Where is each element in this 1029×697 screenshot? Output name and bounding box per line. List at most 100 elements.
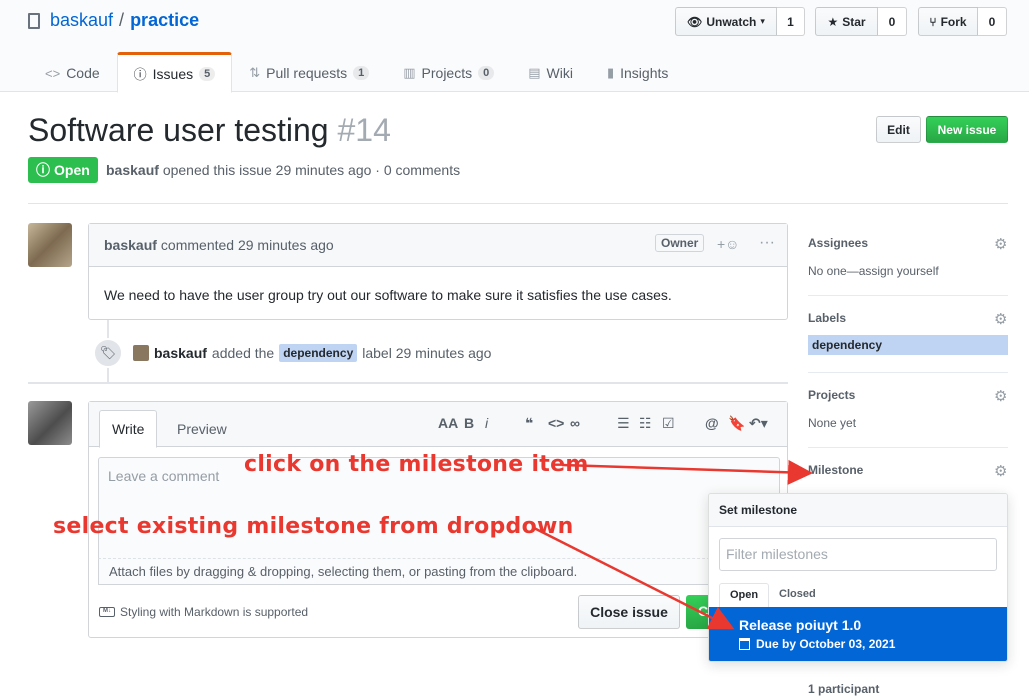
gear-icon[interactable]: ⚙ <box>994 464 1008 479</box>
fork-count[interactable]: 0 <box>978 7 1007 36</box>
assignees-value[interactable]: No one—assign yourself <box>808 264 1008 278</box>
sidebar-milestone: Milestone ⚙ <box>808 463 1008 493</box>
tab-issues-count: 5 <box>199 66 216 81</box>
projects-value[interactable]: None yet <box>808 416 1008 430</box>
tab-issues-label: Issues <box>152 65 194 82</box>
repo-name-link[interactable]: practice <box>130 10 199 31</box>
star-icon: ★ <box>827 14 839 29</box>
tab-pull-requests-label: Pull requests <box>266 65 348 81</box>
bookmark-icon[interactable]: 🔖 <box>728 415 745 432</box>
milestone-option[interactable]: Release poiuyt 1.0 Due by October 03, 20… <box>709 607 1007 661</box>
code-icon: <> <box>45 65 61 81</box>
sidebar-labels: Labels ⚙ dependency <box>808 311 1008 373</box>
tab-insights[interactable]: ▮ Insights <box>590 52 685 92</box>
tab-pull-requests-count: 1 <box>353 66 370 80</box>
tab-issues[interactable]: ⓘ Issues 5 <box>116 52 233 93</box>
unwatch-button[interactable]: 👁 Unwatch ▾ <box>675 7 777 36</box>
new-issue-button[interactable]: New issue <box>926 116 1008 143</box>
status-badge-label: Open <box>54 162 90 178</box>
projects-heading[interactable]: Projects <box>808 388 1008 402</box>
task-list-icon[interactable]: ☑ <box>662 415 675 432</box>
fork-button[interactable]: ⑂ Fork <box>918 7 978 36</box>
issue-comment: baskauf commented 29 minutes ago Owner +… <box>88 223 788 320</box>
gear-icon[interactable]: ⚙ <box>994 389 1008 404</box>
add-reaction-icon[interactable]: +☺ <box>717 236 739 252</box>
project-icon: ▥ <box>403 65 416 80</box>
repo-header: baskauf / practice 👁 Unwatch ▾ 1 ★ Star … <box>0 0 1029 93</box>
event-text-before: added the <box>211 345 275 361</box>
bullet-list-icon[interactable]: ☰ <box>617 415 630 432</box>
repo-tabs: <> Code ⓘ Issues 5 ⇅ Pull requests 1 ▥ P… <box>28 52 685 93</box>
dependency-label[interactable]: dependency <box>279 344 358 362</box>
issue-title: Software user testing #14 <box>28 112 391 149</box>
milestone-tab-closed[interactable]: Closed <box>769 583 826 607</box>
filter-milestones-input[interactable]: Filter milestones <box>719 538 997 571</box>
gear-icon[interactable]: ⚙ <box>994 237 1008 252</box>
eye-icon: 👁 <box>687 14 703 29</box>
avatar[interactable] <box>133 345 149 361</box>
gear-icon[interactable]: ⚙ <box>994 312 1008 327</box>
comment-header: baskauf commented 29 minutes ago Owner +… <box>89 224 787 267</box>
reply-icon[interactable]: ↶▾ <box>749 415 768 432</box>
header-text-icon[interactable]: AA <box>438 415 458 431</box>
mention-icon[interactable]: @ <box>705 415 719 431</box>
tab-code[interactable]: <> Code <box>28 52 117 92</box>
tab-projects-label: Projects <box>421 65 473 81</box>
dependency-label[interactable]: dependency <box>808 335 1008 355</box>
milestone-dropdown: Set milestone Filter milestones Open Clo… <box>708 493 1008 662</box>
calendar-icon <box>739 638 750 650</box>
issue-number: #14 <box>337 112 391 148</box>
tab-wiki[interactable]: ▤ Wiki <box>511 52 590 92</box>
labels-heading[interactable]: Labels <box>808 311 1008 325</box>
milestone-option-due: Due by October 03, 2021 <box>739 637 979 651</box>
status-badge: ⓘ Open <box>28 157 98 183</box>
repo-owner-link[interactable]: baskauf <box>50 10 113 31</box>
event-actor-link[interactable]: baskauf <box>154 345 207 361</box>
markdown-icon: M↓ <box>99 607 115 617</box>
code-icon[interactable]: <> <box>548 415 564 431</box>
avatar[interactable] <box>28 401 72 445</box>
edit-button[interactable]: Edit <box>876 116 921 143</box>
timeline-divider <box>28 382 788 384</box>
avatar[interactable] <box>28 223 72 267</box>
fork-icon: ⑂ <box>929 14 937 29</box>
milestone-due-text: Due by October 03, 2021 <box>756 637 896 651</box>
owner-badge: Owner <box>655 234 705 252</box>
attach-files-bar[interactable]: Attach files by dragging & dropping, sel… <box>98 558 780 585</box>
assignees-heading[interactable]: Assignees <box>808 236 1008 250</box>
tab-projects-count: 0 <box>478 66 495 80</box>
tab-pull-requests[interactable]: ⇅ Pull requests 1 <box>232 52 386 92</box>
star-count[interactable]: 0 <box>878 7 907 36</box>
comment-placeholder: Leave a comment <box>108 468 220 484</box>
annotation-milestone-hint: click on the milestone item <box>244 452 589 477</box>
issue-author-link[interactable]: baskauf <box>106 162 159 178</box>
link-icon[interactable]: ∞ <box>570 415 580 431</box>
markdown-note[interactable]: M↓ Styling with Markdown is supported <box>99 605 308 619</box>
comment-author-link[interactable]: baskauf <box>104 237 157 253</box>
quote-icon[interactable]: ❝ <box>525 415 533 432</box>
bold-icon[interactable]: B <box>464 415 474 431</box>
tab-write[interactable]: Write <box>99 410 158 448</box>
issue-opened-icon: ⓘ <box>133 67 147 82</box>
italic-icon[interactable]: i <box>485 415 488 431</box>
milestone-heading[interactable]: Milestone <box>808 463 1008 477</box>
issue-meta-text: opened this issue 29 minutes ago · 0 com… <box>162 162 461 178</box>
tab-insights-label: Insights <box>620 65 669 81</box>
watch-count[interactable]: 1 <box>777 7 805 36</box>
tab-projects[interactable]: ▥ Projects 0 <box>386 52 511 92</box>
milestone-tab-open[interactable]: Open <box>719 583 770 607</box>
milestone-option-title: Release poiuyt 1.0 <box>739 617 862 633</box>
chevron-down-icon: ▾ <box>760 16 765 26</box>
comment-time[interactable]: commented 29 minutes ago <box>161 237 334 253</box>
event-text-after: label 29 minutes ago <box>362 345 492 361</box>
numbered-list-icon[interactable]: ☷ <box>639 415 652 432</box>
repo-separator: / <box>119 10 125 30</box>
star-button[interactable]: ★ Star <box>815 7 878 36</box>
comment-body: We need to have the user group try out o… <box>104 287 672 303</box>
close-issue-button[interactable]: Close issue <box>578 595 680 629</box>
sidebar-assignees: Assignees ⚙ No one—assign yourself <box>808 236 1008 296</box>
book-icon: ▤ <box>528 65 541 80</box>
tab-preview[interactable]: Preview <box>165 410 239 448</box>
kebab-menu-icon[interactable]: ··· <box>759 234 775 252</box>
star-label: Star <box>842 14 866 29</box>
